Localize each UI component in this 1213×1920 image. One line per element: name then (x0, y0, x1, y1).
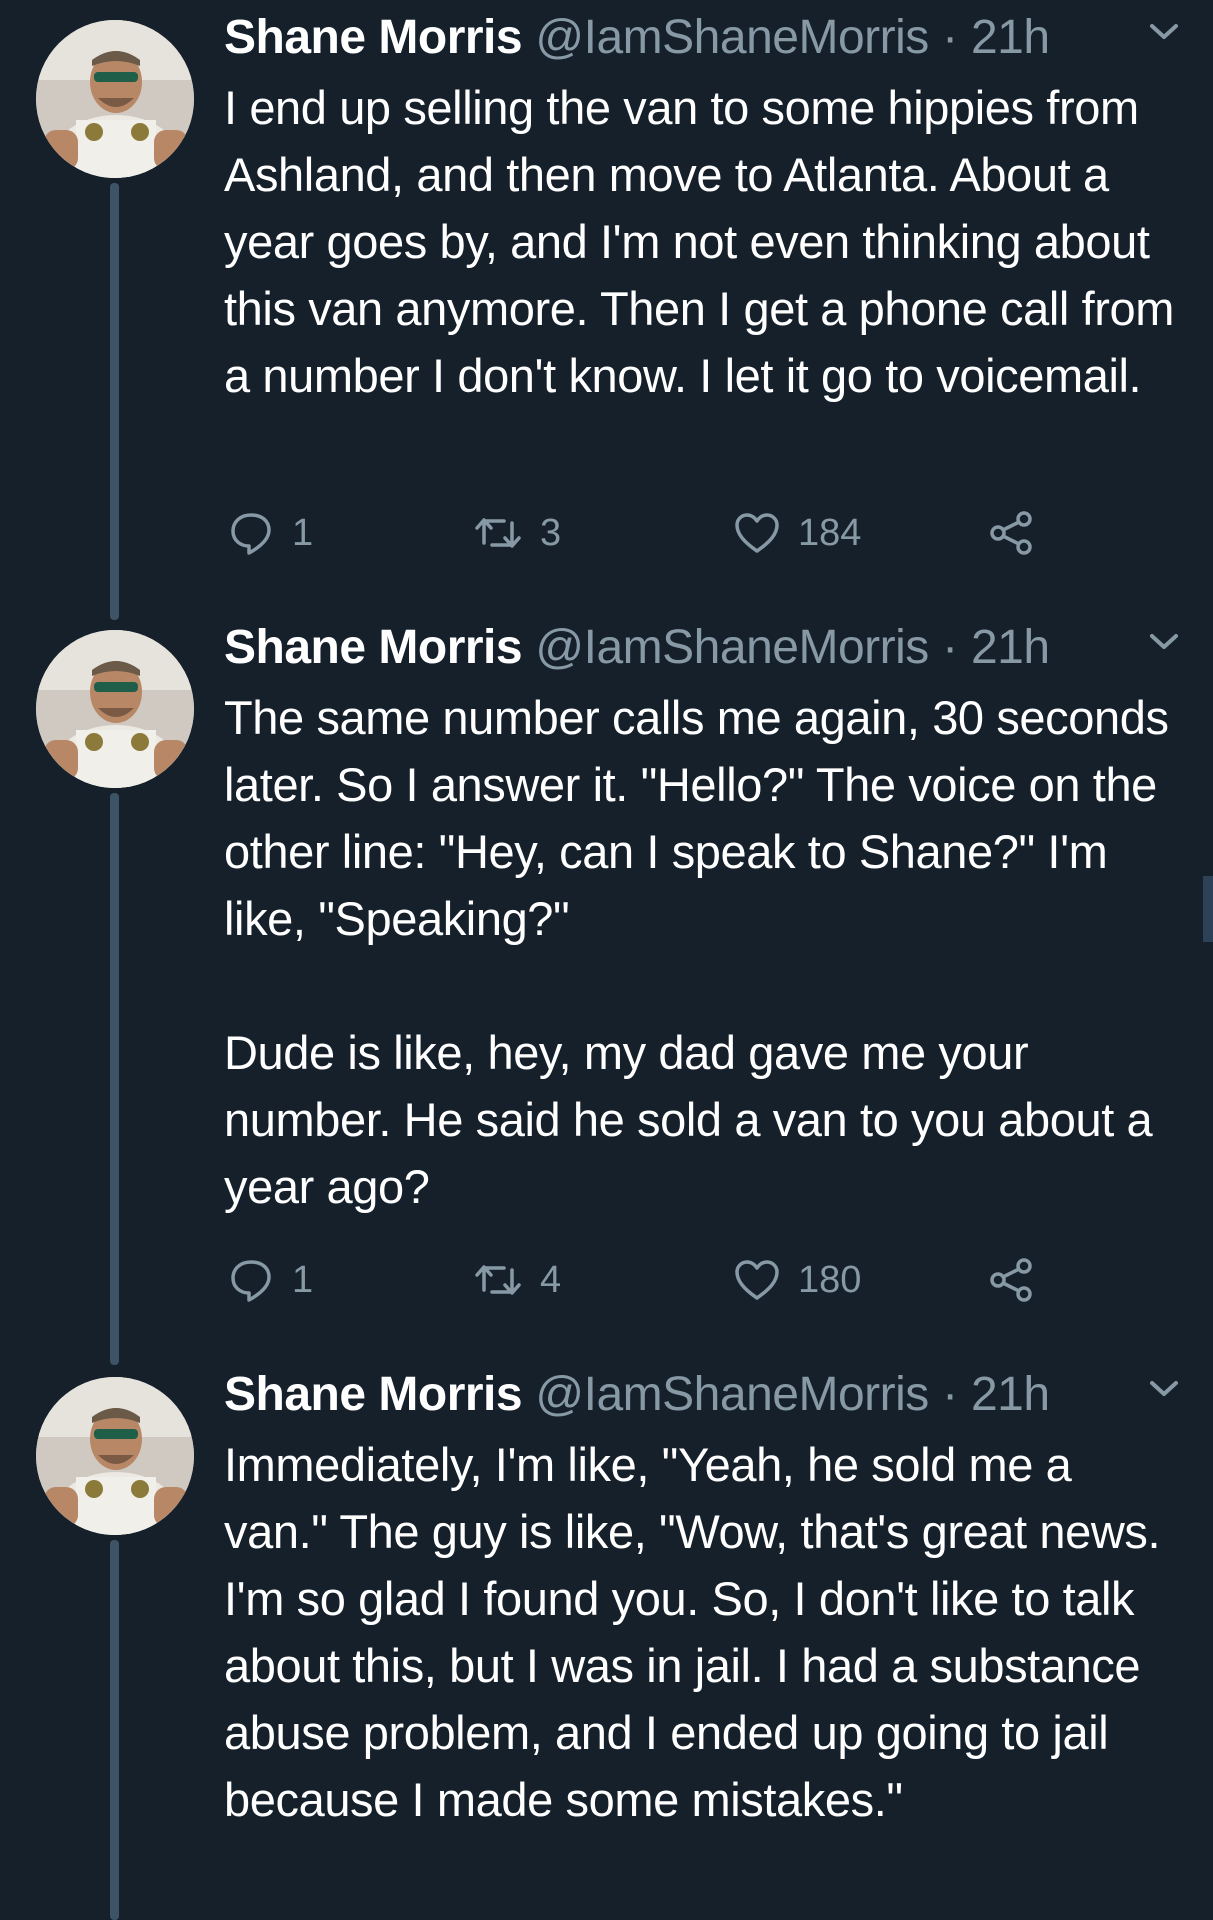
retweet-count: 3 (540, 511, 562, 554)
tweet-header: Shane Morris @IamShaneMorris · 21h (224, 1365, 1050, 1425)
like-button[interactable]: 180 (734, 1250, 861, 1310)
tweet-text: I end up selling the van to some hippies… (224, 74, 1184, 409)
retweet-button[interactable]: 4 (474, 1250, 561, 1310)
avatar[interactable] (36, 1377, 194, 1535)
author-handle[interactable]: @IamShaneMorris (535, 1368, 929, 1421)
tweet-header: Shane Morris @IamShaneMorris · 21h (224, 618, 1050, 678)
avatar-photo (36, 20, 194, 178)
tweet-actions: 1 3 184 (224, 503, 1104, 563)
retweet-icon (475, 1265, 521, 1295)
timestamp[interactable]: 21h (971, 1368, 1050, 1421)
reply-button[interactable]: 1 (228, 1250, 313, 1310)
avatar-photo (36, 1377, 194, 1535)
tweet-paragraph: Immediately, I'm like, "Yeah, he sold me… (224, 1438, 1161, 1826)
chevron-down-icon[interactable] (1148, 22, 1180, 42)
like-icon (735, 513, 779, 553)
share-icon (990, 511, 1032, 555)
reply-button[interactable]: 1 (228, 503, 313, 563)
separator-dot: · (942, 11, 958, 64)
tweet[interactable]: Shane Morris @IamShaneMorris · 21h The s… (0, 610, 1213, 1365)
scroll-indicator (1203, 876, 1213, 942)
like-count: 184 (798, 511, 862, 554)
author-handle[interactable]: @IamShaneMorris (535, 11, 929, 64)
share-button[interactable] (988, 1250, 1034, 1310)
tweet[interactable]: Shane Morris @IamShaneMorris · 21h I end… (0, 0, 1213, 620)
separator-dot: · (942, 621, 958, 674)
tweet-actions: 1 4 180 (224, 1250, 1104, 1310)
share-button[interactable] (988, 503, 1034, 563)
retweet-icon (475, 518, 521, 548)
chevron-down-icon[interactable] (1148, 1379, 1180, 1399)
author-name[interactable]: Shane Morris (224, 1368, 523, 1421)
avatar[interactable] (36, 630, 194, 788)
tweet-paragraph: Dude is like, hey, my dad gave me your n… (224, 1026, 1153, 1213)
like-icon (735, 1260, 779, 1300)
timestamp[interactable]: 21h (971, 11, 1050, 64)
retweet-button[interactable]: 3 (474, 503, 561, 563)
author-name[interactable]: Shane Morris (224, 11, 523, 64)
tweet[interactable]: Shane Morris @IamShaneMorris · 21h Immed… (0, 1357, 1213, 1920)
thread-line (110, 183, 119, 620)
retweet-count: 4 (540, 1258, 562, 1301)
thread-line (110, 793, 119, 1365)
chevron-down-icon[interactable] (1148, 632, 1180, 652)
tweet-paragraph: I end up selling the van to some hippies… (224, 81, 1174, 402)
tweet-text: The same number calls me again, 30 secon… (224, 684, 1184, 1220)
reply-count: 1 (292, 511, 314, 554)
separator-dot: · (942, 1368, 958, 1421)
share-icon (990, 1258, 1032, 1302)
reply-count: 1 (292, 1258, 314, 1301)
avatar-photo (36, 630, 194, 788)
tweet-header: Shane Morris @IamShaneMorris · 21h (224, 8, 1050, 68)
thread-line (110, 1540, 119, 1920)
author-handle[interactable]: @IamShaneMorris (535, 621, 929, 674)
tweet-text: Immediately, I'm like, "Yeah, he sold me… (224, 1431, 1184, 1833)
timestamp[interactable]: 21h (971, 621, 1050, 674)
like-count: 180 (798, 1258, 862, 1301)
tweet-paragraph: The same number calls me again, 30 secon… (224, 691, 1169, 945)
avatar[interactable] (36, 20, 194, 178)
reply-icon (231, 513, 271, 555)
reply-icon (231, 1260, 271, 1302)
like-button[interactable]: 184 (734, 503, 861, 563)
author-name[interactable]: Shane Morris (224, 621, 523, 674)
